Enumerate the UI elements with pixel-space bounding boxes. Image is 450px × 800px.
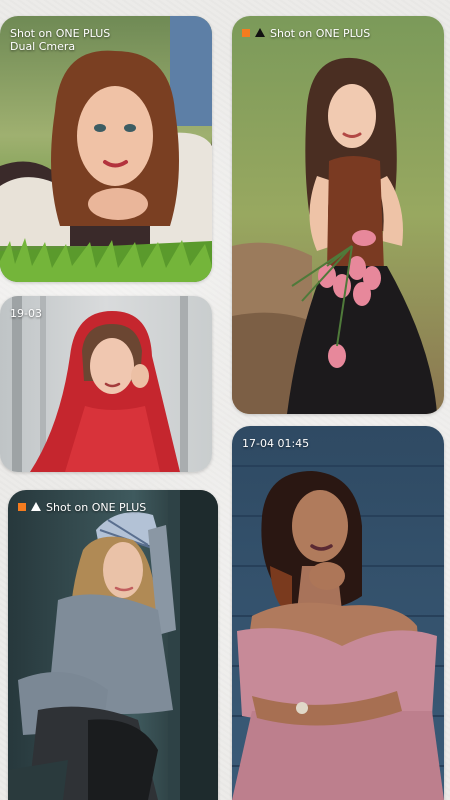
oneplus-square-icon — [242, 29, 250, 37]
photo-3-caption: 19-03 — [10, 307, 42, 320]
photo-5-caption-line1: Shot on ONE PLUS — [46, 501, 147, 514]
photo-card-1[interactable]: Shot on ONE PLUS Dual Cmera — [0, 16, 212, 282]
photo-2-caption: Shot on ONE PLUS — [242, 27, 370, 40]
photo-4-image — [232, 426, 444, 800]
photo-5-caption: Shot on ONE PLUS — [18, 501, 146, 514]
photo-4-caption: 17-04 01:45 — [242, 437, 309, 450]
oneplus-triangle-icon — [255, 28, 265, 37]
photo-2-caption-line1: Shot on ONE PLUS — [270, 27, 371, 40]
oneplus-square-icon — [18, 503, 26, 511]
photo-card-4[interactable]: 17-04 01:45 — [232, 426, 444, 800]
photo-5-image — [8, 490, 218, 800]
photo-4-caption-line1: 17-04 01:45 — [242, 437, 310, 450]
photo-1-caption: Shot on ONE PLUS Dual Cmera — [10, 27, 110, 53]
photo-1-caption-line1: Shot on ONE PLUS — [10, 27, 111, 40]
photo-card-3[interactable]: 19-03 — [0, 296, 212, 472]
photo-3-caption-line1: 19-03 — [10, 307, 42, 320]
oneplus-triangle-icon — [31, 502, 41, 511]
photo-2-image — [232, 16, 444, 414]
photo-card-2[interactable]: Shot on ONE PLUS — [232, 16, 444, 414]
photo-1-image — [0, 16, 212, 282]
photo-3-image — [0, 296, 212, 472]
photo-1-caption-line2: Dual Cmera — [10, 40, 76, 53]
photo-card-5[interactable]: Shot on ONE PLUS — [8, 490, 218, 800]
